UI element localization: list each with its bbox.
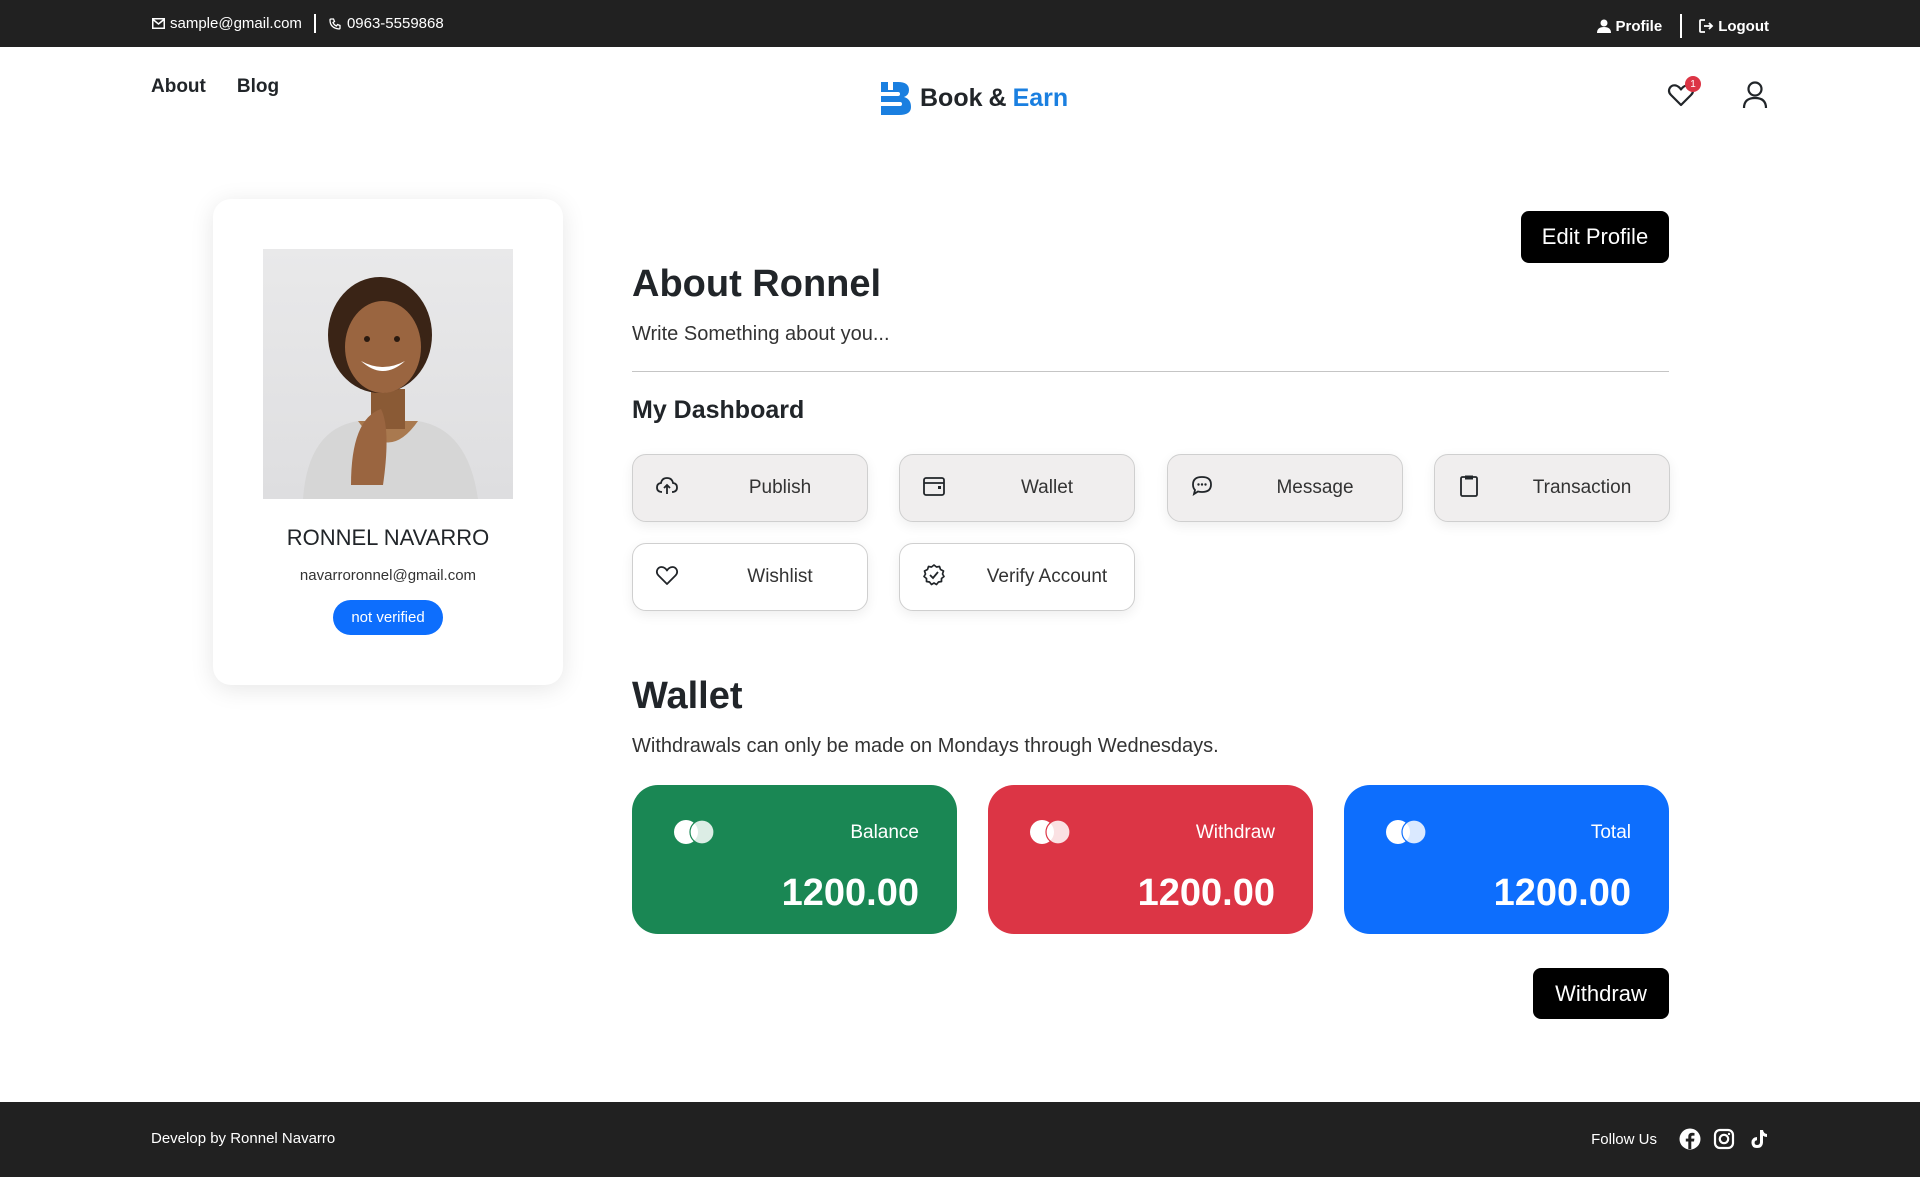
divider [313, 14, 316, 33]
contact-info: sample@gmail.com 0963-5559868 [151, 14, 444, 33]
clipboard-icon [1460, 475, 1478, 497]
phone-icon [328, 17, 342, 31]
verified-badge-icon [923, 564, 945, 586]
footer: Develop by Ronnel Navarro Follow Us [0, 1102, 1920, 1177]
card-label: Withdraw [1195, 822, 1275, 843]
follow-us-label: Follow Us [1591, 1130, 1657, 1148]
nav-link-about[interactable]: About [151, 76, 206, 98]
chat-icon [1192, 476, 1212, 496]
cloud-upload-icon [656, 477, 678, 494]
about-title: About Ronnel [632, 263, 882, 305]
account-links: Profile Logout [1596, 14, 1769, 38]
section-divider [632, 371, 1669, 372]
footer-credit: Develop by Ronnel Navarro [151, 1130, 336, 1147]
nav-icons: 1 [1667, 76, 1769, 110]
dashboard-title: My Dashboard [632, 396, 805, 424]
user-account-button[interactable] [1741, 80, 1769, 110]
edit-profile-button[interactable]: Edit Profile [1521, 211, 1669, 263]
main-nav: About Blog [151, 76, 279, 98]
dashboard-button-label: Wallet [1020, 477, 1074, 498]
dashboard-transaction-button[interactable]: Transaction [1434, 454, 1670, 522]
card-logo-icon [1386, 819, 1427, 845]
divider [1680, 14, 1683, 38]
dashboard-publish-button[interactable]: Publish [632, 454, 868, 522]
card-logo-icon [1030, 819, 1071, 845]
dashboard-message-button[interactable]: Message [1167, 454, 1403, 522]
withdraw-button[interactable]: Withdraw [1533, 968, 1669, 1019]
card-value: 1200.00 [1493, 872, 1631, 914]
total-card: Total 1200.00 [1344, 785, 1669, 934]
instagram-icon[interactable] [1713, 1128, 1735, 1150]
dashboard-button-label: Verify Account [986, 566, 1108, 587]
profile-photo-image [303, 277, 478, 499]
tiktok-icon[interactable] [1747, 1128, 1769, 1150]
brand-name-amp: & [988, 84, 1007, 112]
wallet-icon [923, 477, 945, 496]
profile-link[interactable]: Profile [1596, 17, 1663, 35]
wishlist-button[interactable]: 1 [1667, 76, 1701, 109]
wishlist-count-badge: 1 [1685, 76, 1701, 92]
facebook-icon[interactable] [1679, 1128, 1701, 1150]
dashboard-button-label: Wishlist [747, 566, 813, 587]
brand-logo[interactable]: Book & Earn [878, 80, 1068, 117]
dashboard-wishlist-button[interactable]: Wishlist [632, 543, 868, 611]
card-label: Total [1590, 822, 1631, 843]
nav-link-blog[interactable]: Blog [237, 76, 279, 98]
contact-email: sample@gmail.com [170, 15, 302, 32]
logout-icon [1698, 18, 1714, 34]
logout-link[interactable]: Logout [1698, 18, 1769, 35]
dashboard-button-label: Publish [748, 477, 812, 498]
dashboard-button-label: Message [1276, 477, 1354, 498]
user-icon [1596, 18, 1612, 34]
envelope-icon [151, 17, 165, 31]
card-value: 1200.00 [1137, 872, 1275, 914]
dashboard-button-label: Transaction [1532, 477, 1632, 498]
card-logo-icon [674, 819, 715, 845]
wallet-note: Withdrawals can only be made on Mondays … [632, 735, 1219, 757]
profile-card: RONNEL NAVARRO navarroronnel@gmail.com n… [213, 199, 563, 685]
card-label: Balance [850, 822, 919, 843]
profile-email: navarroronnel@gmail.com [299, 567, 477, 584]
top-bar: sample@gmail.com 0963-5559868 Profile Lo… [0, 0, 1920, 47]
profile-name: RONNEL NAVARRO [286, 525, 490, 550]
book-earn-logo-icon [878, 80, 911, 115]
profile-label: Profile [1615, 17, 1663, 35]
profile-photo [263, 249, 513, 499]
dashboard-verify-account-button[interactable]: Verify Account [899, 543, 1135, 611]
brand-name-earn: Earn [1012, 84, 1069, 112]
balance-card: Balance 1200.00 [632, 785, 957, 934]
social-links: Follow Us [1591, 1128, 1769, 1150]
contact-phone: 0963-5559868 [346, 15, 444, 32]
dashboard-wallet-button[interactable]: Wallet [899, 454, 1135, 522]
heart-icon [655, 566, 679, 585]
brand-name-book: Book [920, 84, 983, 112]
withdraw-card: Withdraw 1200.00 [988, 785, 1313, 934]
user-icon [1742, 81, 1768, 109]
card-value: 1200.00 [781, 872, 919, 914]
about-text: Write Something about you... [632, 323, 890, 345]
verification-status-badge: not verified [333, 600, 443, 635]
wallet-title: Wallet [632, 675, 743, 717]
logout-label: Logout [1718, 17, 1769, 35]
